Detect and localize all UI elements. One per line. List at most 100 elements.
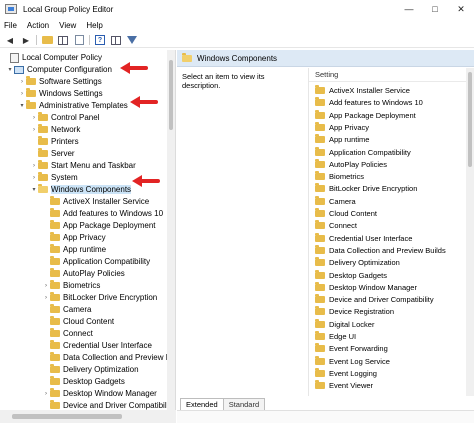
back-icon[interactable]: ◀: [4, 35, 16, 46]
tree-node[interactable]: › Network: [30, 124, 80, 135]
folder-icon: [50, 220, 60, 229]
tree-node[interactable]: ▾ Windows Components: [30, 184, 132, 195]
tree-node[interactable]: › Windows Settings: [18, 88, 103, 99]
tree-node[interactable]: › Software Settings: [18, 76, 102, 87]
collapse-chevron-icon[interactable]: ›: [30, 163, 38, 169]
tree-vertical-scrollbar[interactable]: [167, 50, 175, 410]
menu-view[interactable]: View: [59, 21, 76, 30]
list-item[interactable]: Event Logging: [315, 367, 377, 379]
list-item[interactable]: Desktop Window Manager: [315, 281, 417, 293]
tree-node[interactable]: Printers: [30, 136, 79, 147]
tree-node[interactable]: › BitLocker Drive Encryption: [42, 292, 157, 303]
list-item[interactable]: Add features to Windows 10: [315, 97, 423, 108]
scrollbar-thumb[interactable]: [12, 414, 122, 419]
folder-icon: [315, 244, 325, 254]
expand-chevron-icon[interactable]: ▾: [30, 186, 38, 193]
list-item[interactable]: Device and Driver Compatibility: [315, 294, 434, 305]
column-header-setting[interactable]: Setting: [309, 68, 467, 82]
red-arrow-annotation: [132, 175, 160, 187]
menu-action[interactable]: Action: [27, 21, 49, 30]
list-item[interactable]: Cloud Content: [315, 208, 377, 219]
tree-node[interactable]: Add features to Windows 10: [42, 208, 163, 219]
menu-file[interactable]: File: [4, 21, 17, 30]
tree-node[interactable]: Local Computer Policy: [2, 52, 102, 63]
list-item[interactable]: Event Forwarding: [315, 343, 388, 354]
list-item[interactable]: Credential User Interface: [315, 232, 413, 244]
list-item[interactable]: Event Log Service: [315, 355, 390, 367]
tab-standard[interactable]: Standard: [222, 398, 266, 410]
maximize-button[interactable]: □: [422, 0, 448, 18]
list-item[interactable]: Edge UI: [315, 331, 356, 342]
scrollbar-thumb[interactable]: [169, 60, 173, 130]
tree-node[interactable]: ActiveX Installer Service: [42, 196, 149, 207]
collapse-chevron-icon[interactable]: ›: [18, 79, 26, 85]
tree-node[interactable]: Data Collection and Preview B: [42, 352, 171, 363]
description-pane: Select an item to view its description.: [177, 68, 307, 396]
tree-node[interactable]: Delivery Optimization: [42, 364, 139, 375]
menu-help[interactable]: Help: [86, 21, 102, 30]
list-item[interactable]: App Privacy: [315, 121, 369, 133]
expand-chevron-icon[interactable]: ▾: [18, 102, 26, 109]
tree-horizontal-scrollbar[interactable]: [0, 410, 176, 423]
list-item[interactable]: Connect: [315, 220, 357, 231]
list-item[interactable]: Data Collection and Preview Builds: [315, 244, 446, 256]
collapse-chevron-icon[interactable]: ›: [18, 91, 26, 97]
close-button[interactable]: ✕: [448, 0, 474, 18]
tree-node[interactable]: Credential User Interface: [42, 340, 152, 351]
list-item[interactable]: Desktop Gadgets: [315, 269, 387, 281]
tree-node[interactable]: › Desktop Window Manager: [42, 388, 157, 399]
show-hide-tree-icon[interactable]: [57, 35, 69, 46]
list-item[interactable]: BitLocker Drive Encryption: [315, 183, 417, 194]
list-item[interactable]: Camera: [315, 195, 356, 207]
filter-icon[interactable]: [126, 35, 138, 46]
scrollbar-thumb[interactable]: [468, 72, 472, 167]
tree-node[interactable]: Cloud Content: [42, 316, 114, 327]
expand-chevron-icon[interactable]: ▾: [6, 66, 14, 73]
list-item[interactable]: App runtime: [315, 134, 369, 145]
export-list-icon[interactable]: [73, 35, 85, 46]
list-item[interactable]: App Package Deployment: [315, 109, 416, 121]
list-item[interactable]: Biometrics: [315, 171, 364, 182]
window-title: Local Group Policy Editor: [23, 4, 114, 14]
tree-node[interactable]: Application Compatibility: [42, 256, 150, 267]
collapse-chevron-icon[interactable]: ›: [42, 391, 50, 397]
tree-node[interactable]: › Control Panel: [30, 112, 99, 123]
list-item[interactable]: Digital Locker: [315, 318, 374, 330]
collapse-chevron-icon[interactable]: ›: [42, 283, 50, 289]
tree-node[interactable]: Desktop Gadgets: [42, 376, 125, 387]
tree-node[interactable]: ▾ Computer Configuration: [6, 64, 111, 75]
folder-icon: [26, 76, 36, 85]
tree-node[interactable]: › Biometrics: [42, 280, 100, 291]
tree-node[interactable]: AutoPlay Policies: [42, 268, 125, 279]
forward-icon[interactable]: ▶: [20, 35, 32, 46]
list-item[interactable]: Application Compatibility: [315, 146, 411, 158]
tree-pane[interactable]: Local Computer Policy ▾ Computer Configura…: [0, 50, 176, 423]
list-item[interactable]: Delivery Optimization: [315, 257, 400, 268]
collapse-chevron-icon[interactable]: ›: [30, 175, 38, 181]
tree-node[interactable]: App runtime: [42, 244, 106, 255]
settings-vertical-scrollbar[interactable]: [466, 68, 474, 396]
tree-node[interactable]: ▾ Administrative Templates: [18, 100, 128, 111]
tree-node[interactable]: Connect: [42, 328, 93, 339]
list-item[interactable]: Event Viewer: [315, 380, 373, 391]
tree-node[interactable]: Server: [30, 148, 75, 159]
list-item[interactable]: AutoPlay Policies: [315, 158, 387, 170]
tree-node[interactable]: App Package Deployment: [42, 220, 156, 231]
tab-extended[interactable]: Extended: [180, 398, 224, 410]
list-item-label: Credential User Interface: [329, 233, 413, 243]
properties-icon[interactable]: [110, 35, 122, 46]
minimize-button[interactable]: —: [396, 0, 422, 18]
help-icon[interactable]: ?: [94, 35, 106, 46]
collapse-chevron-icon[interactable]: ›: [42, 295, 50, 301]
collapse-chevron-icon[interactable]: ›: [30, 115, 38, 121]
tree-node[interactable]: Camera: [42, 304, 91, 315]
up-folder-icon[interactable]: [41, 35, 53, 46]
tree-node[interactable]: › System: [30, 172, 78, 183]
settings-list[interactable]: Setting ActiveX Installer Service Add fea…: [308, 68, 467, 396]
tree-node[interactable]: › Start Menu and Taskbar: [30, 160, 136, 171]
list-item[interactable]: Device Registration: [315, 306, 394, 317]
tree-node[interactable]: App Privacy: [42, 232, 106, 243]
collapse-chevron-icon[interactable]: ›: [30, 127, 38, 133]
list-item[interactable]: ActiveX Installer Service: [315, 85, 410, 96]
toolbar-separator: [89, 35, 90, 45]
